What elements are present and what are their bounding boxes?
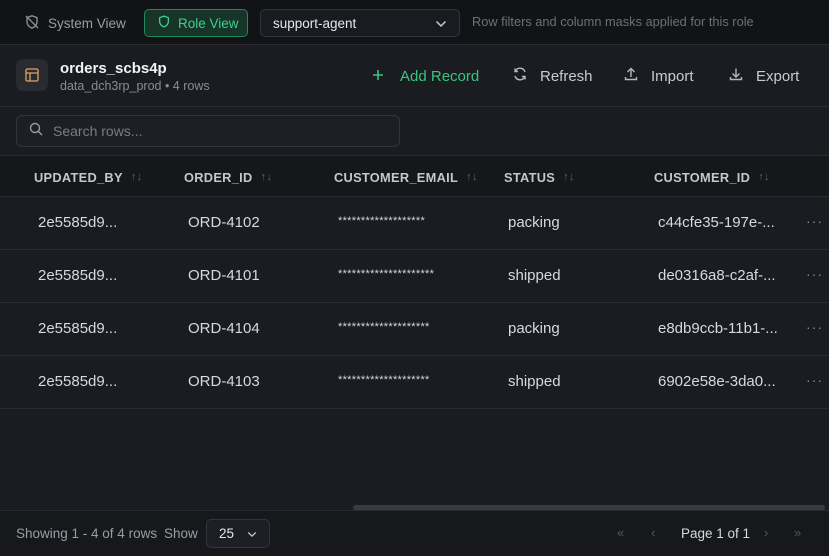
search-icon — [29, 122, 43, 141]
chevron-down-icon — [247, 526, 257, 541]
plus-icon — [372, 68, 384, 85]
table-row[interactable]: 2e5585d9... ORD-4102 *******************… — [0, 197, 829, 250]
more-icon[interactable]: ··· — [806, 372, 823, 388]
next-page-icon[interactable]: › — [764, 525, 768, 540]
column-header-status[interactable]: STATUS ↑↓ — [504, 169, 575, 185]
chevron-down-icon — [435, 16, 447, 31]
column-header-order-id[interactable]: ORDER_ID ↑↓ — [184, 169, 272, 185]
column-header-customer-email[interactable]: CUSTOMER_EMAIL ↑↓ — [334, 169, 478, 185]
table-row[interactable]: 2e5585d9... ORD-4104 *******************… — [0, 303, 829, 356]
page-size-label: Show — [164, 526, 198, 541]
table-head: UPDATED_BY ↑↓ ORDER_ID ↑↓ CUSTOMER_EMAIL… — [0, 155, 829, 197]
last-page-icon[interactable]: » — [794, 525, 801, 540]
column-header-label: CUSTOMER_EMAIL — [334, 169, 459, 185]
cell-customer-email: ******************** — [338, 321, 430, 333]
export-button[interactable]: Export — [728, 64, 799, 88]
cell-updated-by: 2e5585d9... — [38, 267, 118, 284]
first-page-icon[interactable]: « — [617, 525, 624, 540]
prev-page-icon[interactable]: ‹ — [651, 525, 655, 540]
system-view-label: System View — [48, 15, 126, 31]
cell-customer-email: ********************* — [338, 268, 435, 280]
search-input[interactable] — [53, 123, 373, 139]
row-count-text: Showing 1 - 4 of 4 rows — [16, 526, 158, 541]
search-box[interactable] — [16, 115, 400, 147]
system-view-button[interactable]: System View — [24, 12, 126, 34]
column-header-updated-by[interactable]: UPDATED_BY ↑↓ — [34, 169, 142, 185]
page-size-select[interactable]: 25 — [206, 519, 270, 548]
pagination-footer: Showing 1 - 4 of 4 rows Show 25 « ‹ Page… — [0, 510, 829, 556]
sort-icon[interactable]: ↑↓ — [261, 171, 273, 183]
cell-customer-email: ******************* — [338, 215, 426, 227]
role-view-button[interactable]: Role View — [144, 9, 248, 37]
cell-order-id: ORD-4104 — [188, 320, 260, 337]
cell-status: packing — [508, 320, 560, 337]
import-label: Import — [651, 67, 694, 85]
cell-updated-by: 2e5585d9... — [38, 320, 118, 337]
refresh-button[interactable]: Refresh — [512, 64, 593, 88]
upload-icon — [623, 66, 639, 86]
export-label: Export — [756, 67, 800, 85]
sort-icon[interactable]: ↑↓ — [563, 171, 575, 183]
cell-status: shipped — [508, 267, 561, 284]
download-icon — [728, 66, 744, 86]
add-record-button[interactable]: Add Record — [372, 64, 479, 88]
cell-order-id: ORD-4102 — [188, 214, 260, 231]
column-header-label: CUSTOMER_ID — [654, 169, 751, 185]
role-select-value: support-agent — [273, 15, 357, 31]
sort-icon[interactable]: ↑↓ — [466, 171, 478, 183]
refresh-icon — [512, 66, 528, 86]
shield-icon — [157, 14, 171, 32]
table-row[interactable]: 2e5585d9... ORD-4101 *******************… — [0, 250, 829, 303]
sort-icon[interactable]: ↑↓ — [758, 171, 770, 183]
table-icon — [16, 59, 48, 91]
page-size-value: 25 — [219, 526, 235, 541]
cell-customer-id: de0316a8-c2af-... — [658, 267, 776, 284]
more-icon[interactable]: ··· — [806, 319, 823, 335]
column-header-customer-id[interactable]: CUSTOMER_ID ↑↓ — [654, 169, 770, 185]
role-hint-text: Row filters and column masks applied for… — [472, 14, 754, 29]
add-record-label: Add Record — [400, 67, 480, 85]
page-info: Page 1 of 1 — [681, 526, 751, 541]
more-icon[interactable]: ··· — [806, 213, 823, 229]
shield-off-icon — [24, 14, 40, 33]
cell-status: packing — [508, 214, 560, 231]
import-button[interactable]: Import — [623, 64, 694, 88]
role-view-label: Role View — [178, 15, 239, 31]
cell-order-id: ORD-4103 — [188, 373, 260, 390]
role-select[interactable]: support-agent — [260, 9, 460, 37]
table-row[interactable]: 2e5585d9... ORD-4103 *******************… — [0, 356, 829, 409]
cell-customer-id: 6902e58e-3da0... — [658, 373, 776, 390]
cell-status: shipped — [508, 373, 561, 390]
role-toolbar: System View Role View support-agent Row … — [0, 0, 829, 45]
cell-customer-id: e8db9ccb-11b1-... — [658, 320, 778, 337]
cell-customer-id: c44cfe35-197e-... — [658, 214, 775, 231]
cell-order-id: ORD-4101 — [188, 267, 260, 284]
more-icon[interactable]: ··· — [806, 266, 823, 282]
header-divider — [0, 106, 829, 107]
table-meta: data_dch3rp_prod • 4 rows — [60, 79, 210, 93]
cell-updated-by: 2e5585d9... — [38, 373, 118, 390]
cell-updated-by: 2e5585d9... — [38, 214, 118, 231]
column-header-label: UPDATED_BY — [34, 169, 123, 185]
cell-customer-email: ******************** — [338, 374, 430, 386]
sort-icon[interactable]: ↑↓ — [131, 171, 143, 183]
column-header-label: ORDER_ID — [184, 169, 253, 185]
refresh-label: Refresh — [540, 67, 593, 85]
table-name: orders_scbs4p — [60, 60, 167, 77]
column-header-label: STATUS — [504, 169, 556, 185]
